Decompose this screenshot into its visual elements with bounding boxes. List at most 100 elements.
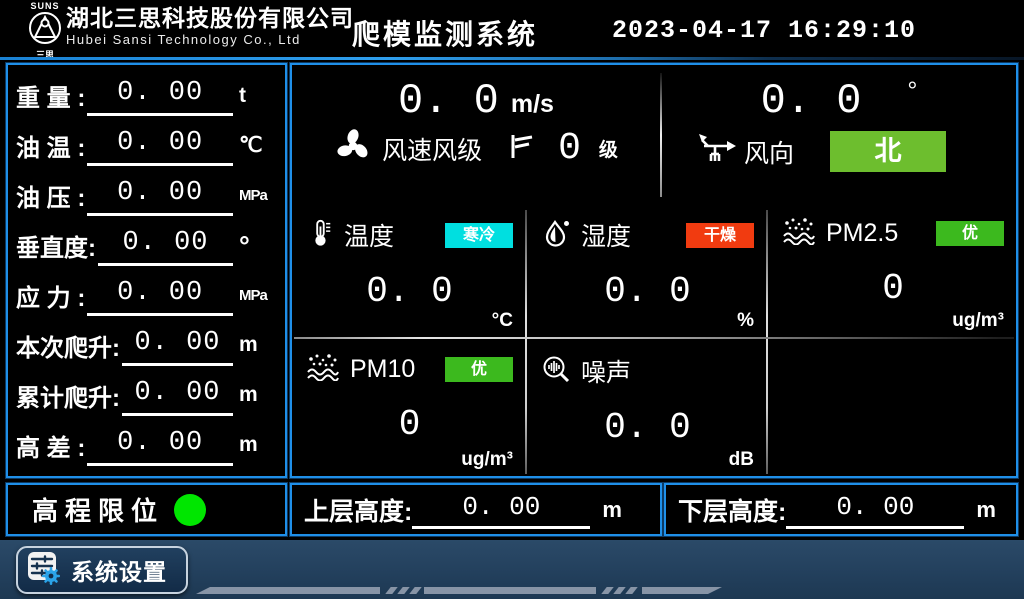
row-label: 垂直度: xyxy=(16,228,96,263)
wind-speed-cell: 0. 0 m/s 风速风级 xyxy=(292,65,660,203)
wind-speed-value: 0. 0 xyxy=(398,77,499,125)
pm25-cell: PM2.5 优 0 ug/m³ xyxy=(768,203,1016,337)
company-name-cn: 湖北三思科技股份有限公司 xyxy=(66,5,354,31)
noise-label: 噪声 xyxy=(581,353,631,389)
footer-stripe xyxy=(642,587,722,594)
elevation-limit-label: 高程限位 xyxy=(32,491,164,528)
suns-logo-icon xyxy=(28,32,62,49)
pm10-status-badge: 优 xyxy=(445,357,513,382)
row-verticality: 垂直度: 0. 00 ° xyxy=(8,223,285,269)
row-total-climb: 累计爬升: 0. 00 m xyxy=(8,372,285,418)
temperature-status-badge: 寒冷 xyxy=(445,223,513,248)
temperature-cell: 温度 寒冷 0. 0 °C xyxy=(292,203,525,337)
row-value: 0. 00 xyxy=(87,175,233,216)
humidity-unit: % xyxy=(737,310,754,332)
footer-stripe-slash xyxy=(613,587,625,594)
pm10-value: 0 xyxy=(306,404,513,445)
system-settings-button[interactable]: 系统设置 xyxy=(16,546,188,594)
measurement-panel: 重 量 : 0. 00 t 油 温 : 0. 00 ℃ 油 压 : 0. 00 … xyxy=(6,63,287,478)
noise-unit: dB xyxy=(729,449,754,471)
pm25-status-badge: 优 xyxy=(936,221,1004,246)
footer-stripe xyxy=(424,587,596,594)
pm-particles-icon xyxy=(782,217,816,250)
row-unit: m xyxy=(239,333,277,357)
noise-meter-icon xyxy=(541,354,571,389)
temperature-unit: °C xyxy=(492,310,513,332)
pm10-unit: ug/m³ xyxy=(461,449,513,471)
footer-stripe-slash xyxy=(397,587,409,594)
humidity-status-badge: 干燥 xyxy=(686,223,754,248)
lower-height-box: 下层高度: 0. 00 m xyxy=(664,483,1018,536)
pm25-value: 0 xyxy=(782,268,1004,309)
wind-scale-value: 0 xyxy=(558,127,581,170)
wind-direction-label: 风向 xyxy=(744,134,794,170)
footer-stripe xyxy=(196,587,380,594)
company-name-en: Hubei Sansi Technology Co., Ltd xyxy=(66,31,354,49)
pm-particles-icon xyxy=(306,353,340,386)
footer-stripe-slash xyxy=(409,587,421,594)
row-value: 0. 00 xyxy=(122,325,233,366)
upper-height-unit: m xyxy=(602,497,622,523)
wind-direction-cell: 0. 0 ° 风向 北 xyxy=(662,65,1016,203)
company-logo: SUNS 三思 xyxy=(22,1,68,60)
logo-top-text: SUNS xyxy=(22,1,68,11)
row-weight: 重 量 : 0. 00 t xyxy=(8,73,285,119)
row-label: 累计爬升: xyxy=(16,378,120,413)
noise-value: 0. 0 xyxy=(541,407,754,448)
elevation-limit-status-light xyxy=(174,494,206,526)
row-unit: m xyxy=(239,433,277,457)
page-title: 爬模监测系统 xyxy=(352,13,538,53)
pm10-label: PM10 xyxy=(350,355,415,384)
row-oil-temperature: 油 温 : 0. 00 ℃ xyxy=(8,123,285,169)
row-label: 油 压 : xyxy=(16,178,85,213)
water-drop-icon xyxy=(541,218,571,253)
humidity-value: 0. 0 xyxy=(541,271,754,312)
footer-stripe-slash xyxy=(601,587,613,594)
wind-direction-value: 0. 0 xyxy=(761,77,862,125)
environment-panel: 0. 0 m/s 风速风级 xyxy=(290,63,1018,478)
humidity-cell: 湿度 干燥 0. 0 % xyxy=(527,203,766,337)
company-name: 湖北三思科技股份有限公司 Hubei Sansi Technology Co.,… xyxy=(66,5,354,49)
wind-speed-label: 风速风级 xyxy=(382,131,482,167)
settings-button-label: 系统设置 xyxy=(71,553,167,587)
wind-direction-reading: 北 xyxy=(830,131,946,172)
row-unit: m xyxy=(239,383,277,407)
row-unit: t xyxy=(239,84,277,108)
humidity-label: 湿度 xyxy=(581,217,631,253)
elevation-limit-box: 高程限位 xyxy=(6,483,287,536)
row-label: 高 差 : xyxy=(16,428,85,463)
row-unit: ° xyxy=(239,236,277,256)
wind-direction-unit: ° xyxy=(907,77,917,106)
wind-scale-unit: 级 xyxy=(599,135,618,162)
row-value: 0. 00 xyxy=(87,275,233,316)
footer-bar: 系统设置 xyxy=(0,540,1024,599)
lower-height-value: 0. 00 xyxy=(786,490,964,529)
row-height-difference: 高 差 : 0. 00 m xyxy=(8,422,285,468)
pm10-cell: PM10 优 0 ug/m³ xyxy=(292,339,525,476)
upper-height-box: 上层高度: 0. 00 m xyxy=(290,483,662,536)
thermometer-icon xyxy=(306,218,334,253)
row-label: 本次爬升: xyxy=(16,328,120,363)
row-unit: MPa xyxy=(239,187,277,204)
row-current-climb: 本次爬升: 0. 00 m xyxy=(8,322,285,368)
noise-cell: 噪声 0. 0 dB xyxy=(527,339,766,476)
datetime-display: 2023-04-17 16:29:10 xyxy=(612,16,916,45)
row-value: 0. 00 xyxy=(87,125,233,166)
pm25-label: PM2.5 xyxy=(826,219,898,248)
upper-height-label: 上层高度: xyxy=(304,492,412,528)
row-stress: 应 力 : 0. 00 MPa xyxy=(8,272,285,318)
footer-stripe-slash xyxy=(385,587,397,594)
row-value: 0. 00 xyxy=(87,425,233,466)
row-value: 0. 00 xyxy=(122,375,233,416)
row-oil-pressure: 油 压 : 0. 00 MPa xyxy=(8,173,285,219)
settings-sliders-gear-icon xyxy=(27,551,61,590)
wind-vane-icon xyxy=(698,133,736,170)
temperature-label: 温度 xyxy=(344,217,394,253)
row-label: 油 温 : xyxy=(16,128,85,163)
fan-icon xyxy=(334,127,372,170)
lower-height-unit: m xyxy=(976,497,996,523)
row-value: 0. 00 xyxy=(98,225,233,266)
row-label: 重 量 : xyxy=(16,78,85,113)
temperature-value: 0. 0 xyxy=(306,271,513,312)
header: SUNS 三思 湖北三思科技股份有限公司 Hubei Sansi Technol… xyxy=(0,0,1024,57)
